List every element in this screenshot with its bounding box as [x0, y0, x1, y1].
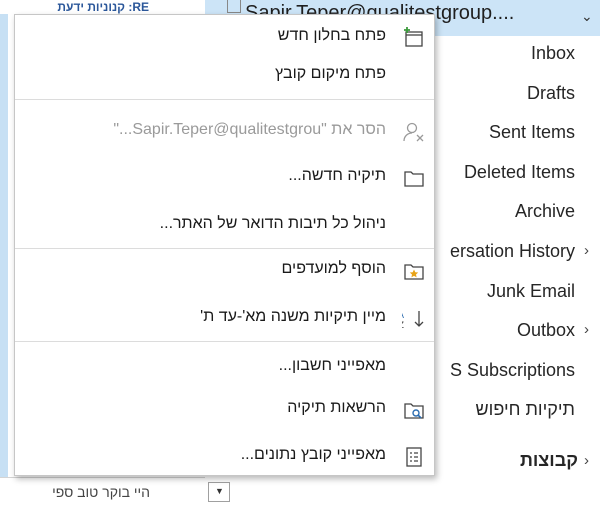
account-collapse-box[interactable]	[227, 0, 241, 13]
menu-item-folder-permissions[interactable]: הרשאות תיקיה	[15, 395, 434, 425]
groups-header[interactable]: קבוצות	[520, 450, 578, 471]
message-preview-bottom[interactable]: היי בוקר טוב ספי	[0, 478, 205, 507]
folder-archive[interactable]: Archive	[515, 201, 575, 222]
chevron-right-icon[interactable]: ›	[584, 242, 589, 259]
folder-rss-subscriptions[interactable]: S Subscriptions	[450, 360, 575, 381]
folder-permissions-icon	[402, 398, 426, 422]
folder-inbox[interactable]: Inbox	[531, 43, 575, 64]
menu-item-add-favorites[interactable]: הוסף למועדפים	[15, 256, 434, 286]
chevron-right-icon[interactable]: ›	[584, 321, 589, 338]
add-favorite-icon	[402, 259, 426, 283]
svg-text:A: A	[402, 311, 405, 321]
folder-search-folders[interactable]: תיקיות חיפוש	[476, 399, 575, 420]
folder-outbox[interactable]: Outbox	[517, 320, 575, 341]
message-preview-text: היי בוקר טוב ספי	[52, 484, 150, 500]
context-menu: פתח בחלון חדש פתח מיקום קובץ הסר את "Sap…	[14, 14, 435, 476]
caret-down-icon: ▼	[215, 486, 224, 496]
new-folder-icon	[402, 166, 426, 190]
new-window-icon	[402, 26, 426, 50]
menu-separator	[15, 341, 434, 342]
svg-text:Z: Z	[402, 321, 404, 331]
menu-item-open-file-location[interactable]: פתח מיקום קובץ	[15, 61, 434, 91]
remove-user-icon	[402, 120, 426, 144]
menu-item-data-file-properties[interactable]: מאפייני קובץ נתונים...	[15, 442, 434, 472]
data-file-properties-icon	[402, 445, 426, 469]
folder-deleted-items[interactable]: Deleted Items	[464, 162, 575, 183]
selection-strip	[0, 14, 8, 499]
folder-sent-items[interactable]: Sent Items	[489, 122, 575, 143]
message-preview-top[interactable]: RE: קנוניות ידעת	[0, 0, 205, 14]
menu-item-new-folder[interactable]: תיקיה חדשה...	[15, 163, 434, 193]
folder-conversation-history[interactable]: ersation History	[450, 241, 575, 262]
menu-item-account-properties[interactable]: מאפייני חשבון...	[15, 353, 434, 383]
chevron-down-icon[interactable]: ⌄	[581, 8, 593, 25]
menu-item-open-new-window[interactable]: פתח בחלון חדש	[15, 23, 434, 53]
folder-junk-email[interactable]: Junk Email	[487, 281, 575, 302]
chevron-right-icon[interactable]: ›	[584, 452, 589, 469]
menu-separator	[15, 248, 434, 249]
dropdown-button[interactable]: ▼	[208, 482, 230, 502]
menu-item-manage-mailboxes[interactable]: ניהול כל תיבות הדואר של האתר...	[15, 211, 434, 241]
folder-drafts[interactable]: Drafts	[527, 83, 575, 104]
sort-az-icon: A Z	[398, 307, 426, 331]
menu-item-remove-account[interactable]: הסר את "Sapir.Teper@qualitestgrou..."	[15, 117, 434, 147]
menu-item-sort-subfolders[interactable]: A Z מיין תיקיות משנה מא'-עד ת'	[15, 304, 434, 334]
menu-separator	[15, 99, 434, 100]
